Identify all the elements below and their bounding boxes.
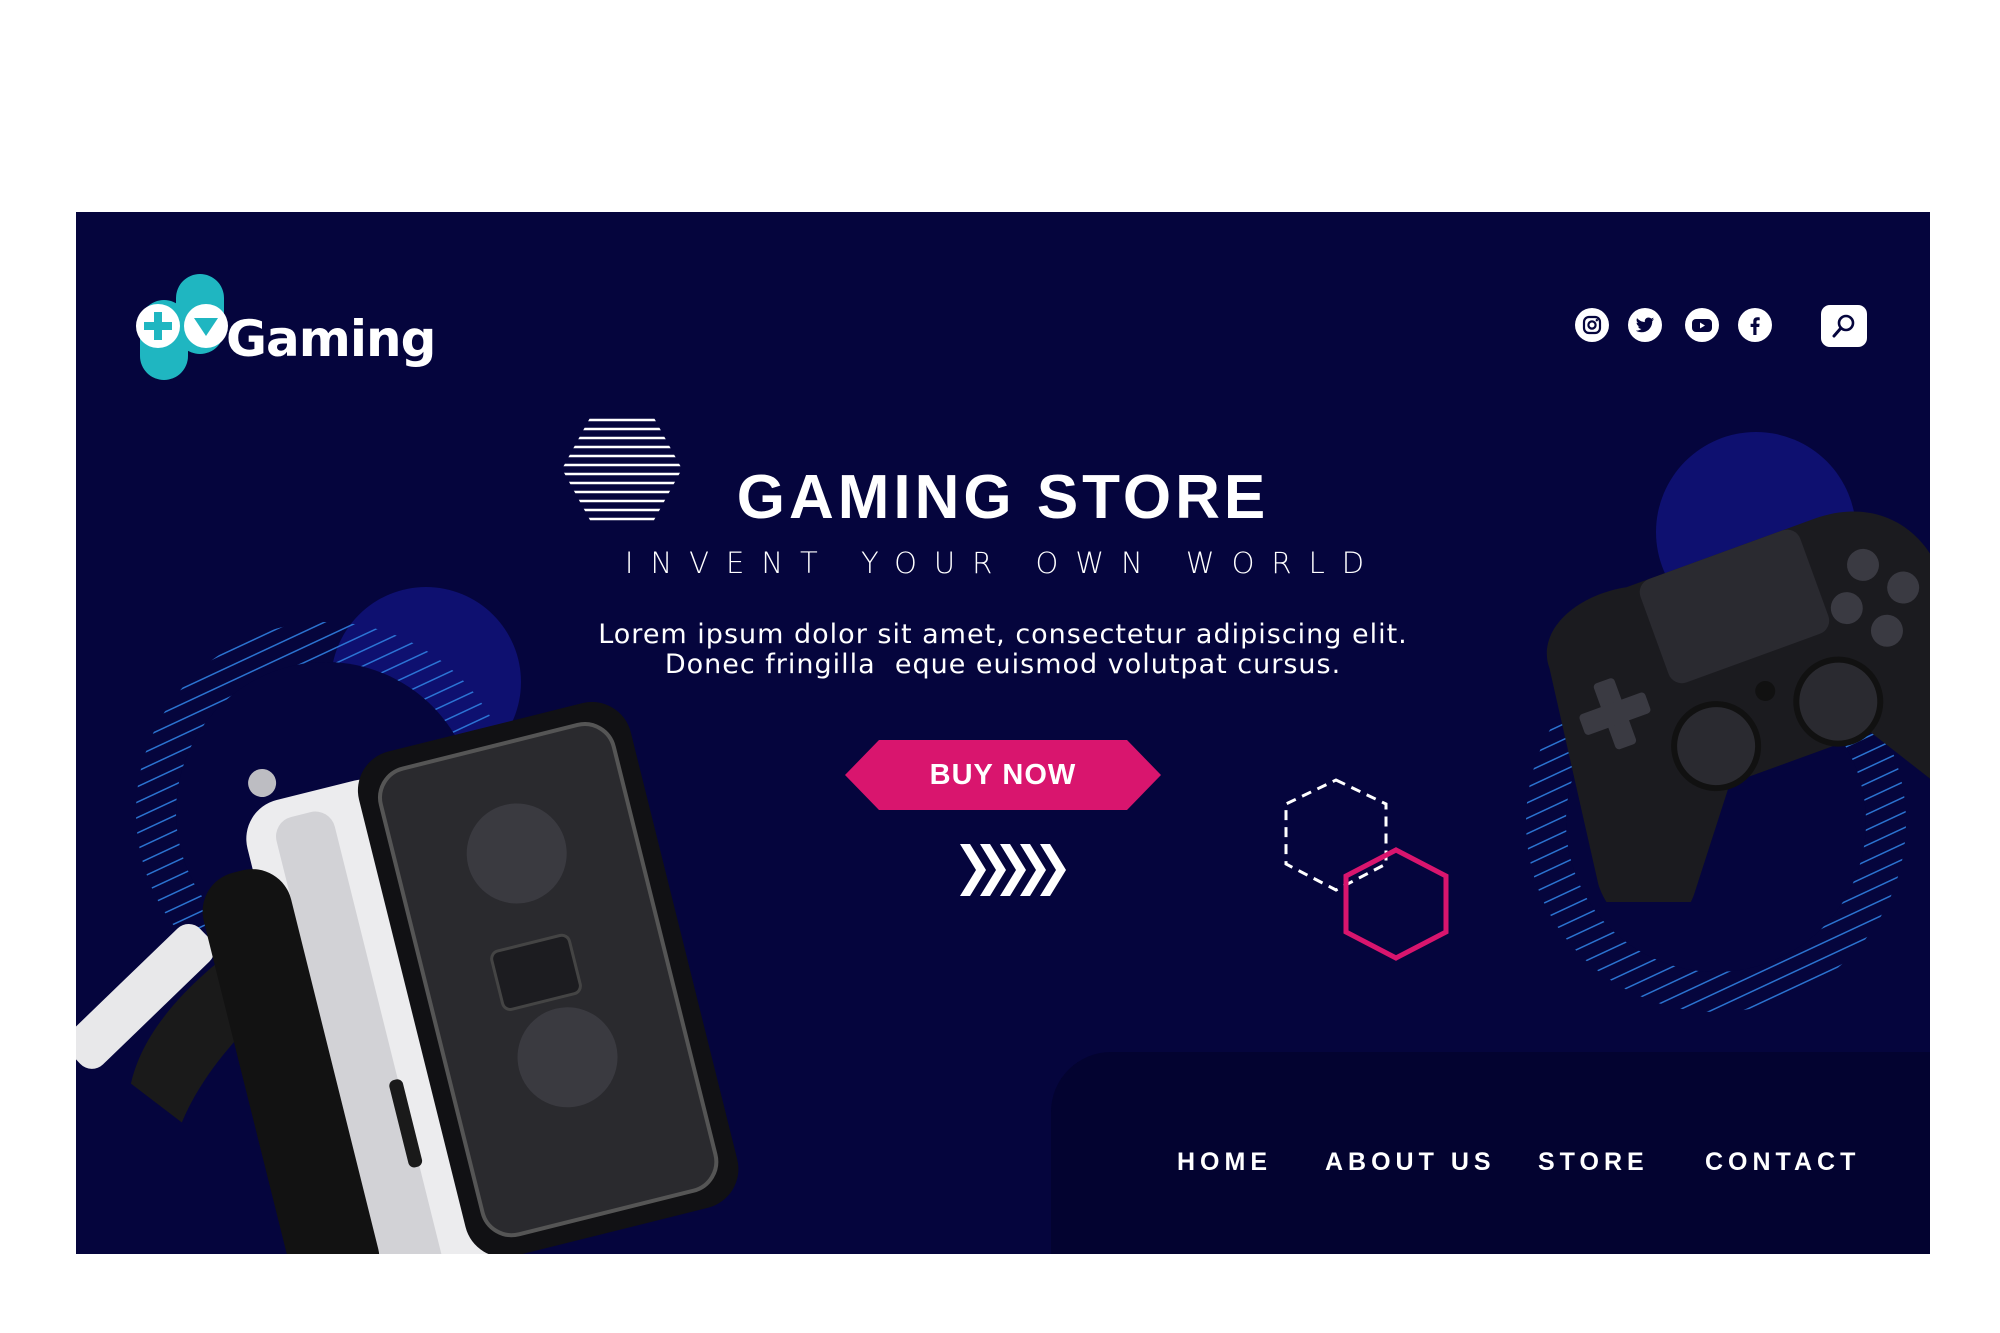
logo-wordmark: Gaming [226,310,436,368]
buy-now-label: BUY NOW [929,759,1077,791]
twitter-icon [1635,317,1655,333]
instagram-icon [1582,315,1602,335]
instagram-link[interactable] [1575,308,1609,342]
chevrons-right-icon [960,844,1066,896]
facebook-link[interactable] [1738,308,1772,342]
nav-item-home[interactable]: HOME [1177,1148,1272,1177]
vr-headset-image [76,702,739,1254]
nav-item-store[interactable]: STORE [1538,1148,1649,1177]
nav-item-contact[interactable]: CONTACT [1705,1148,1860,1177]
brand-logo[interactable]: Gaming [132,270,462,390]
hexagon-outline-icons [1284,778,1449,961]
search-icon [1832,314,1855,338]
game-controller-image [1546,511,1930,902]
youtube-icon [1692,319,1712,332]
nav-item-about-us[interactable]: ABOUT US [1325,1148,1496,1177]
buy-now-button[interactable]: BUY NOW [845,740,1161,810]
search-button[interactable] [1821,305,1867,347]
youtube-link[interactable] [1685,308,1719,342]
landing-page-banner: Gaming GAMING STORE INVENT YOUR OWN WORL… [76,212,1930,1254]
facebook-icon [1750,317,1760,335]
twitter-link[interactable] [1628,308,1662,342]
